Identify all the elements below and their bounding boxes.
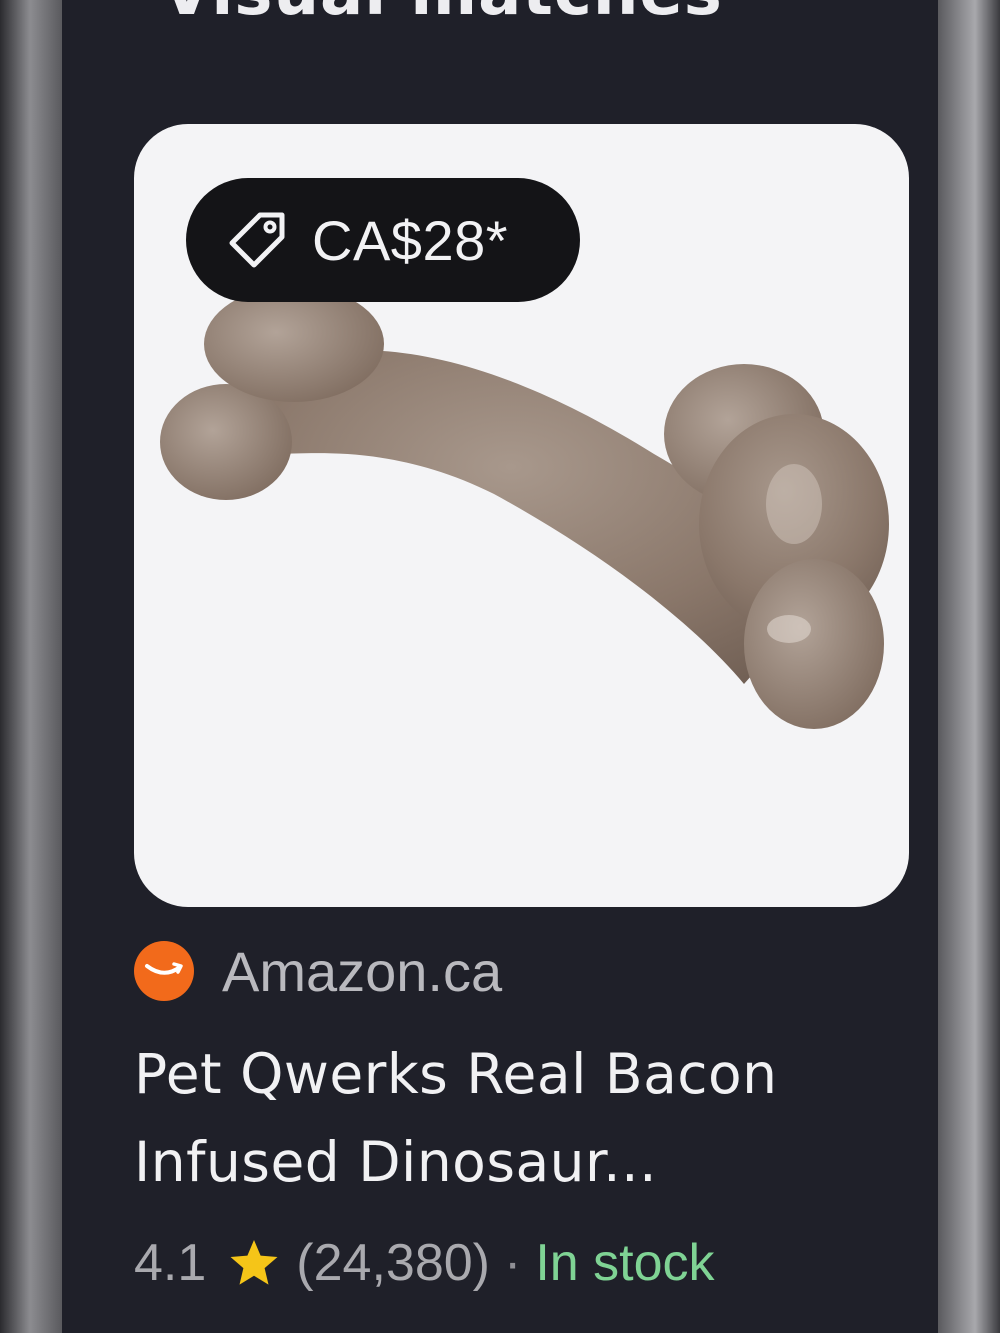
product-image-card[interactable]: CA$28* — [134, 124, 909, 907]
separator-dot: · — [503, 1234, 522, 1292]
star-icon — [230, 1240, 278, 1285]
source-name: Amazon.ca — [222, 939, 503, 1003]
product-title[interactable]: Pet Qwerks Real Bacon Infused Dinosaur..… — [134, 1030, 894, 1206]
availability-status: In stock — [535, 1234, 715, 1292]
amazon-logo-icon — [134, 941, 194, 1001]
source-row[interactable]: Amazon.ca — [134, 939, 503, 1003]
price-tag-icon — [224, 207, 290, 273]
price-label: CA$28* — [312, 208, 509, 272]
screen-frame: Visual matches — [0, 0, 1000, 1333]
review-count: (24,380) — [296, 1234, 490, 1292]
rating-value: 4.1 — [134, 1234, 207, 1292]
price-chip[interactable]: CA$28* — [186, 178, 580, 302]
section-title: Visual matches — [162, 0, 723, 30]
results-panel: Visual matches — [62, 0, 938, 1333]
rating-row: 4.1 (24,380) · In stock — [134, 1228, 715, 1298]
